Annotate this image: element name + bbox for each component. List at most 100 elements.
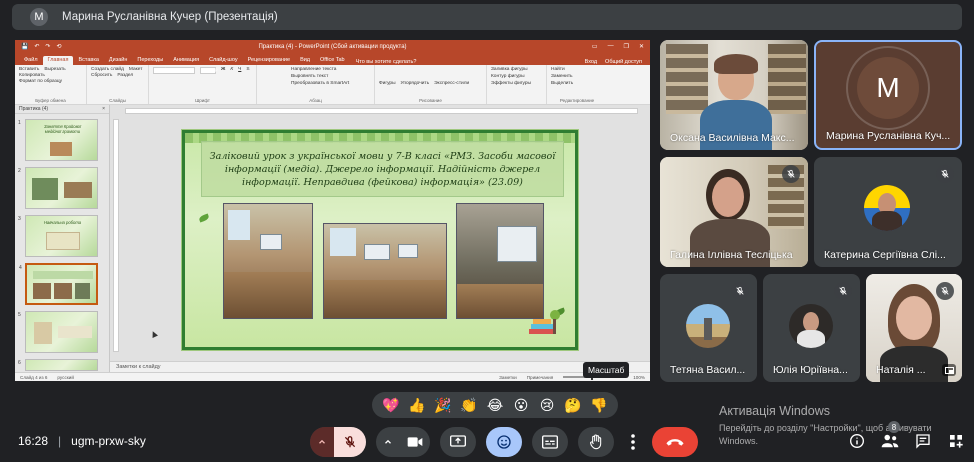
italic-button[interactable]: К [230, 67, 233, 74]
raise-hand-button[interactable] [578, 427, 614, 457]
quick-styles-button[interactable]: Экспресс-стили [434, 81, 469, 86]
bold-button[interactable]: Ж [221, 67, 225, 74]
smartart-button[interactable]: Преобразовать в SmartArt [291, 81, 349, 86]
activities-button[interactable] [947, 432, 965, 450]
people-button[interactable] [881, 432, 899, 450]
bookshelf-background [666, 44, 708, 114]
reaction-surprised[interactable]: 😮 [511, 397, 531, 414]
slide-thumbnail[interactable]: 5 [18, 311, 98, 353]
reaction-party[interactable]: 🎉 [433, 397, 453, 414]
mic-options-button[interactable] [310, 427, 334, 457]
strike-button[interactable]: S [246, 67, 249, 74]
restart-icon[interactable]: ⟲ [57, 43, 62, 50]
tab-insert[interactable]: Вставка [73, 56, 103, 65]
shapes-button[interactable]: Фигуры [379, 81, 396, 86]
reactions-button[interactable] [486, 427, 522, 457]
tab-animation[interactable]: Анимация [168, 56, 204, 65]
underline-button[interactable]: Ч [238, 67, 241, 74]
paste-button[interactable]: Вставить [19, 67, 39, 72]
meeting-code[interactable]: ugm-prxw-sky [71, 434, 146, 448]
copy-button[interactable]: Копировать [19, 73, 45, 78]
save-icon[interactable]: 💾 [21, 43, 28, 50]
slide-title-box[interactable]: Заліковий урок з української мови у 7-В … [201, 141, 564, 197]
reaction-clap[interactable]: 👏 [459, 397, 479, 414]
chat-button[interactable] [914, 432, 932, 450]
replace-button[interactable]: Заменить [551, 74, 573, 79]
reaction-thumbs-down[interactable]: 👎 [589, 397, 609, 414]
books-decoration [529, 310, 560, 334]
mic-toggle-button[interactable] [334, 427, 366, 457]
reset-button[interactable]: Сбросить [91, 73, 112, 78]
new-slide-button[interactable]: Создать слайд [91, 67, 124, 72]
present-screen-button[interactable] [440, 427, 476, 457]
cut-button[interactable]: Вырезать [44, 67, 65, 72]
slide-thumbnail-selected[interactable]: 4 [19, 263, 98, 305]
notes-button[interactable]: Заметки [499, 375, 517, 380]
tab-office-tab[interactable]: Office Tab [315, 56, 350, 65]
current-slide[interactable]: Заліковий урок з української мови у 7-В … [182, 130, 578, 350]
slide-thumbnail[interactable]: 3 Навчальна робота [18, 215, 98, 257]
shape-effects-button[interactable]: Эффекты фигуры [491, 81, 531, 86]
reaction-sad[interactable]: 😢 [537, 397, 557, 414]
classroom-photo[interactable] [456, 203, 544, 319]
maximize-icon[interactable]: ❐ [624, 43, 629, 50]
format-painter-button[interactable]: Формат по образцу [19, 79, 62, 84]
leave-call-button[interactable] [652, 427, 698, 457]
more-options-button[interactable] [624, 427, 642, 457]
ribbon-options-icon[interactable]: ▭ [592, 43, 598, 50]
zoom-level[interactable]: 100% [633, 375, 645, 380]
slide-notes[interactable]: Заметки к слайду [110, 361, 650, 372]
participant-tile[interactable]: Тетяна Васил... [660, 274, 757, 382]
participant-tile[interactable]: Оксана Василівна Макс... [660, 40, 808, 150]
classroom-photo[interactable] [223, 203, 313, 319]
font-size-select[interactable]: Размер [200, 67, 218, 74]
tab-review[interactable]: Рецензирование [243, 56, 295, 65]
redo-icon[interactable]: ↷ [46, 43, 51, 50]
thumbs-tab[interactable]: Практика (4) × [15, 105, 109, 114]
shape-outline-button[interactable]: Контур фигуры [491, 74, 531, 79]
minimize-icon[interactable]: — [608, 43, 614, 50]
undo-icon[interactable]: ↶ [34, 43, 39, 50]
slide-thumbnail[interactable]: 2 [18, 167, 98, 209]
slide-thumbnails-panel[interactable]: Практика (4) × 1 Заняття Крайової медійно… [15, 105, 110, 372]
tab-view[interactable]: Вид [295, 56, 315, 65]
camera-options-button[interactable] [376, 427, 400, 457]
tab-home[interactable]: Главная [42, 56, 74, 65]
participant-tile[interactable]: Катерина Сергіївна Слі... [814, 157, 962, 267]
reaction-heart[interactable]: 💖 [381, 397, 401, 414]
shared-screen[interactable]: 💾 ↶ ↷ ⟲ Практика (4) - PowerPoint (Сбой … [15, 40, 650, 381]
language-indicator[interactable]: русский [57, 375, 73, 380]
close-tab-icon[interactable]: × [102, 106, 105, 112]
close-icon[interactable]: ✕ [639, 43, 644, 50]
align-text-button[interactable]: Выровнять текст [291, 74, 349, 79]
shape-fill-button[interactable]: Заливка фигуры [491, 67, 531, 72]
participant-tile[interactable]: Юлія Юріївна... [763, 274, 860, 382]
slide-thumbnail[interactable]: 6 [18, 359, 98, 371]
classroom-photo[interactable] [323, 223, 447, 319]
meeting-details-button[interactable] [848, 432, 866, 450]
participant-tile[interactable]: Наталія ... [866, 274, 962, 382]
font-family-select[interactable]: Шрифт [153, 67, 195, 74]
comments-button[interactable]: Примечания [527, 375, 554, 380]
participant-tile-speaking[interactable]: M Марина Русланівна Куч... [814, 40, 962, 150]
share-link[interactable]: Общий доступ [605, 59, 642, 65]
select-button[interactable]: Выделить [551, 81, 573, 86]
section-button[interactable]: Раздел [117, 73, 133, 78]
tab-file[interactable]: Файл [19, 56, 43, 65]
slide-editor[interactable]: Заліковий урок з української мови у 7-В … [110, 105, 650, 372]
camera-toggle-button[interactable] [400, 427, 430, 457]
pip-indicator[interactable] [942, 364, 956, 376]
participant-tile[interactable]: Галина Іллівна Тесліцька [660, 157, 808, 267]
find-button[interactable]: Найти [551, 67, 573, 72]
reaction-thinking[interactable]: 🤔 [563, 397, 583, 414]
reaction-laugh[interactable]: 😂 [485, 397, 505, 414]
tab-transitions[interactable]: Переходы [132, 56, 168, 65]
slide-thumbnail[interactable]: 1 Заняття Крайової медійної грамоти [18, 119, 98, 161]
arrange-button[interactable]: Упорядочить [401, 81, 430, 86]
tab-slideshow[interactable]: Слайд-шоу [204, 56, 243, 65]
layout-button[interactable]: Макет [129, 67, 143, 72]
text-direction-button[interactable]: Направление текста [291, 67, 349, 72]
tab-design[interactable]: Дизайн [104, 56, 133, 65]
captions-button[interactable] [532, 427, 568, 457]
reaction-thumbs-up[interactable]: 👍 [407, 397, 427, 414]
